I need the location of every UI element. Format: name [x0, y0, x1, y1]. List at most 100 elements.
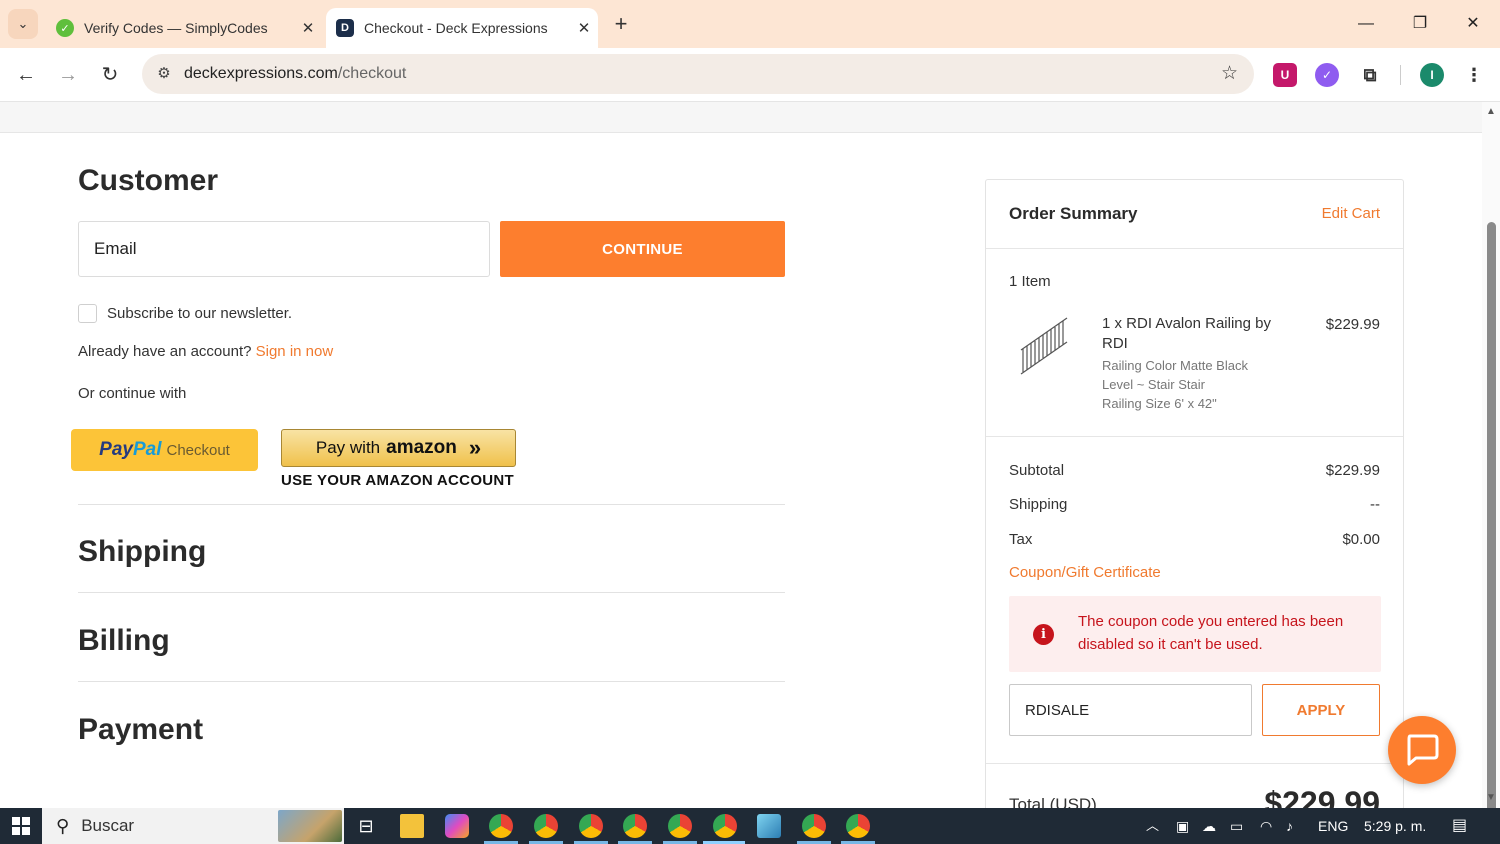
chrome-profile-icon[interactable]: [802, 814, 826, 838]
tab-deck-expressions[interactable]: D Checkout - Deck Expressions ✕: [326, 8, 598, 48]
payment-heading[interactable]: Payment: [78, 713, 203, 747]
wifi-icon[interactable]: ◠: [1260, 808, 1272, 844]
coupon-error-alert: i The coupon code you entered has been d…: [1009, 596, 1381, 672]
extensions-puzzle-icon[interactable]: ⧉: [1358, 63, 1382, 87]
section-divider: [78, 592, 785, 593]
summary-divider: [986, 436, 1403, 437]
account-prompt: Already have an account? Sign in now: [78, 343, 334, 360]
tab-simplycodes[interactable]: ✓ Verify Codes — SimplyCodes ✕: [46, 8, 322, 48]
profile-avatar[interactable]: I: [1420, 63, 1444, 87]
paypal-checkout-button[interactable]: PayPal Checkout: [71, 429, 258, 471]
double-chevron-icon: »: [468, 435, 482, 460]
order-summary: Order Summary Edit Cart 1 Item 1 x RDI A…: [985, 179, 1404, 821]
section-divider: [78, 504, 785, 505]
bookmark-star-icon[interactable]: ☆: [1221, 62, 1238, 85]
railing-product-image: [1020, 317, 1068, 375]
clock[interactable]: 5:29 p. m.: [1364, 808, 1426, 844]
sign-in-link[interactable]: Sign in now: [256, 343, 334, 360]
scrollbar-thumb[interactable]: [1487, 222, 1496, 827]
billing-heading[interactable]: Billing: [78, 624, 170, 658]
shipping-heading[interactable]: Shipping: [78, 535, 206, 569]
amazon-pay-prefix: Pay with: [315, 438, 381, 457]
newsletter-label: Subscribe to our newsletter.: [107, 305, 293, 322]
tax-label: Tax: [1009, 531, 1033, 548]
back-icon[interactable]: ←: [11, 60, 41, 90]
forward-icon[interactable]: →: [53, 60, 83, 90]
chat-bubble-icon: [1407, 734, 1439, 766]
taskbar-search-box[interactable]: ⚲ Buscar: [42, 808, 344, 844]
amazon-pay-button[interactable]: Pay with amazon »: [281, 429, 516, 467]
battery-icon[interactable]: ▭: [1230, 808, 1243, 844]
coupon-gift-certificate-link[interactable]: Coupon/Gift Certificate: [1009, 564, 1161, 581]
task-view-icon[interactable]: ⊟: [354, 814, 378, 838]
item-name: 1 x RDI Avalon Railing by RDI: [1102, 315, 1271, 352]
chrome-profile-icon[interactable]: [846, 814, 870, 838]
notepad-icon[interactable]: [757, 814, 781, 838]
search-icon: ⚲: [56, 815, 70, 836]
notifications-icon[interactable]: ▤: [1452, 808, 1467, 844]
email-field[interactable]: [78, 221, 490, 277]
taskbar-search-placeholder: Buscar: [81, 816, 135, 835]
search-highlight-image: [278, 810, 342, 842]
item-price: $229.99: [1325, 316, 1380, 333]
toolbar-divider: [1400, 65, 1401, 85]
close-window-icon[interactable]: ✕: [1453, 10, 1493, 38]
tax-value: $0.00: [1342, 531, 1380, 548]
browser-toolbar: ← → ↻ ⚙ deckexpressions.com/checkout ☆ U…: [0, 48, 1500, 102]
copilot-icon[interactable]: [445, 814, 469, 838]
newsletter-checkbox[interactable]: [78, 304, 97, 323]
meet-now-icon[interactable]: ▣: [1176, 808, 1189, 844]
item-option: Railing Size 6' x 42": [1102, 396, 1217, 411]
coupon-code-input[interactable]: [1009, 684, 1252, 736]
newsletter-option[interactable]: Subscribe to our newsletter.: [78, 304, 292, 323]
site-info-icon[interactable]: ⚙: [152, 62, 176, 86]
reload-icon[interactable]: ↻: [95, 60, 125, 90]
chrome-profile-icon[interactable]: [668, 814, 692, 838]
tab-search-chevron-icon[interactable]: ⌄: [8, 9, 38, 39]
subtotal-label: Subtotal: [1009, 462, 1065, 479]
minimize-icon[interactable]: —: [1346, 10, 1386, 38]
continue-button[interactable]: CONTINUE: [500, 221, 785, 277]
close-tab-icon[interactable]: ✕: [570, 19, 598, 37]
restore-icon[interactable]: ❐: [1400, 10, 1440, 38]
url-text[interactable]: deckexpressions.com/checkout: [184, 65, 406, 83]
address-bar[interactable]: ⚙ deckexpressions.com/checkout ☆: [142, 54, 1254, 94]
scroll-up-icon[interactable]: ▲: [1486, 106, 1496, 117]
shipping-value: --: [1370, 496, 1380, 513]
edit-cart-link[interactable]: Edit Cart: [1322, 205, 1380, 222]
chrome-profile-icon[interactable]: [623, 814, 647, 838]
volume-icon[interactable]: ♪: [1286, 808, 1293, 844]
apply-coupon-button[interactable]: APPLY: [1262, 684, 1380, 736]
scroll-down-icon[interactable]: ▼: [1486, 792, 1496, 803]
summary-divider: [986, 763, 1403, 764]
amazon-account-caption: USE YOUR AMAZON ACCOUNT: [281, 472, 515, 489]
file-explorer-icon[interactable]: [400, 814, 424, 838]
chrome-profile-icon[interactable]: [579, 814, 603, 838]
summary-divider: [986, 248, 1403, 249]
error-info-icon: i: [1033, 624, 1054, 645]
tab-bar: ⌄ ✓ Verify Codes — SimplyCodes ✕ D Check…: [0, 0, 1500, 48]
tab-title: Verify Codes — SimplyCodes: [84, 20, 268, 36]
customer-heading: Customer: [78, 164, 219, 197]
deck-expressions-favicon-icon: D: [336, 19, 354, 37]
order-summary-title: Order Summary: [1009, 204, 1138, 223]
simplycodes-favicon-icon: ✓: [56, 19, 74, 37]
amazon-logo: amazon: [386, 437, 457, 458]
language-indicator[interactable]: ENG: [1318, 808, 1348, 844]
new-tab-icon[interactable]: +: [608, 12, 634, 38]
chrome-active-icon[interactable]: [713, 814, 737, 838]
show-hidden-icons-chevron-icon[interactable]: ︿: [1146, 808, 1159, 844]
shipping-label: Shipping: [1009, 496, 1068, 513]
tab-title: Checkout - Deck Expressions: [364, 20, 548, 36]
windows-start-button[interactable]: [0, 808, 42, 844]
page-scrollbar[interactable]: ▲ ▼: [1482, 102, 1500, 827]
chrome-profile-icon[interactable]: [534, 814, 558, 838]
chrome-icon[interactable]: [489, 814, 513, 838]
paypal-checkout-label: Checkout: [166, 441, 230, 459]
ublock-extension-icon[interactable]: U: [1273, 63, 1297, 87]
simplycodes-extension-icon[interactable]: ✓: [1315, 63, 1339, 87]
chat-widget-button[interactable]: [1388, 716, 1456, 784]
browser-menu-icon[interactable]: ⋮: [1462, 63, 1486, 87]
close-tab-icon[interactable]: ✕: [294, 19, 322, 37]
onedrive-cloud-icon[interactable]: ☁: [1202, 808, 1216, 844]
